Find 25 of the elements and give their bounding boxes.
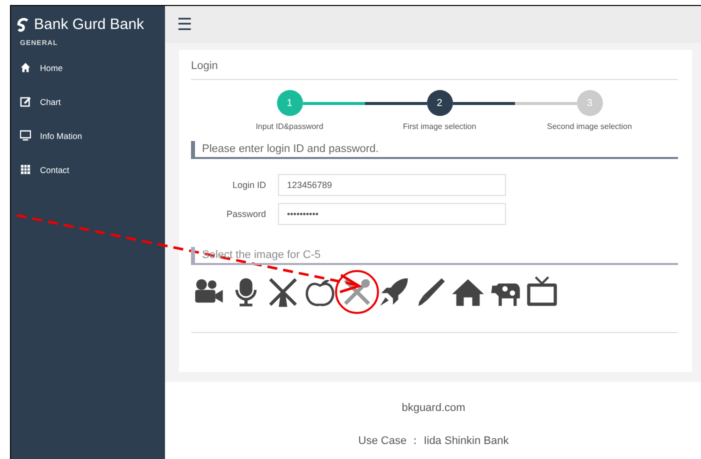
edit-icon	[20, 96, 31, 107]
nav-item[interactable]: Contact	[11, 161, 165, 178]
input-field[interactable]: 123456789	[278, 174, 506, 196]
field-label: Login ID	[231, 180, 266, 190]
panel-title: Login	[191, 60, 219, 72]
input-field[interactable]: ••••••••••	[278, 203, 506, 225]
grid-icon	[20, 164, 31, 175]
nav-item[interactable]: Home	[11, 59, 165, 76]
field-label: Password	[225, 209, 266, 219]
step-number: 1	[276, 90, 302, 116]
step-label: Input ID&password	[256, 122, 324, 131]
step-number: 2	[426, 90, 452, 116]
brand-name: Bank Gurd Bank	[34, 16, 144, 33]
logo-icon	[16, 18, 30, 32]
monitor-icon	[20, 130, 31, 141]
footer-text: bkguard.com	[402, 402, 466, 414]
section-heading: Please enter login ID and password.	[191, 141, 678, 159]
footer-text: Use Case ： Iida Shinkin Bank	[358, 434, 509, 448]
step-label: First image selection	[402, 122, 476, 131]
step-label: Second image selection	[547, 122, 632, 131]
nav-item[interactable]: Chart	[11, 93, 165, 110]
highlight-ring	[335, 270, 379, 314]
home-icon	[20, 62, 31, 73]
menu-button[interactable]: ☰	[173, 14, 196, 35]
nav-item[interactable]: Info Mation	[11, 127, 165, 144]
